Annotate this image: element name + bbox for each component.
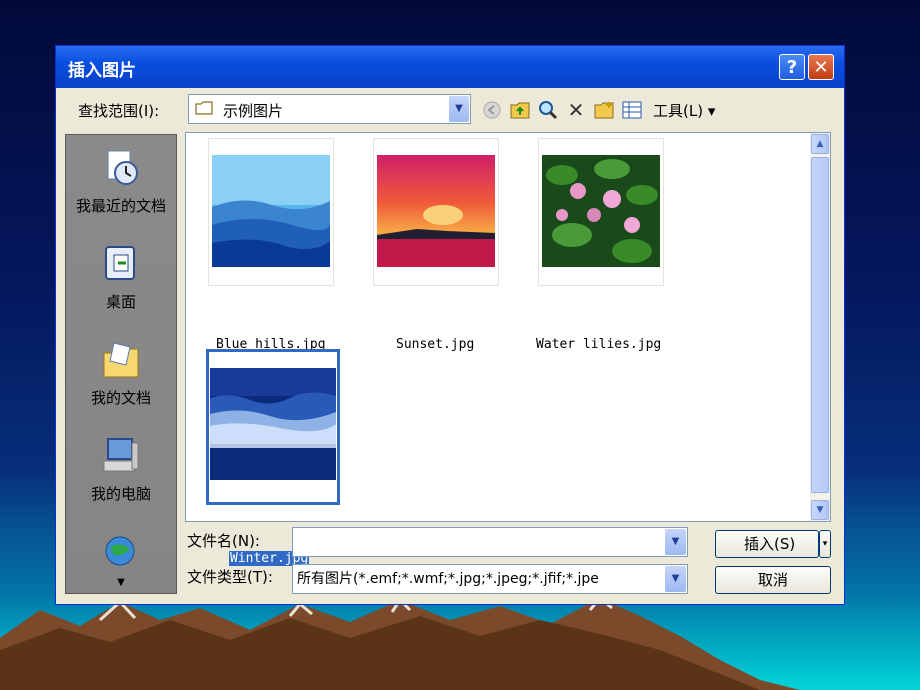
desktop-icon [105,246,135,280]
filename-label: 文件名(N): [187,532,260,550]
place-recent-documents[interactable]: 我最近的文档 [66,147,176,216]
more-places-arrow[interactable]: ▼ [66,577,176,588]
cancel-button[interactable]: 取消 [715,566,831,594]
dialog-title: 插入图片 [68,61,136,81]
filetype-dropdown[interactable]: 所有图片(*.emf;*.wmf;*.jpg;*.jpeg;*.jfif;*.j… [292,564,688,594]
scroll-up-icon[interactable]: ▲ [811,134,829,154]
my-computer-icon [103,438,139,472]
place-my-documents[interactable]: 我的文档 [66,339,176,408]
insert-button[interactable]: 插入(S) [715,530,819,558]
file-list: Blue hills.jpg Sunset.jpg Water lilies.j… [185,132,831,566]
place-my-computer[interactable]: 我的电脑 [66,435,176,504]
insert-picture-dialog: 插入图片 ? ✕ 查找范围(I): 示例图片 ▼ ✕ 工具(L) ▾ 我最近的文… [55,45,845,605]
filename-input[interactable] [292,527,688,557]
new-folder-icon[interactable] [593,99,615,121]
my-documents-icon [103,342,139,378]
place-desktop[interactable]: 桌面 [66,243,176,312]
thumbnail-sunset [377,155,495,267]
thumbnail-water-lilies [542,155,660,267]
place-network[interactable]: ▼ [66,531,176,588]
filetype-dropdown-icon[interactable]: ▼ [665,566,686,592]
back-icon[interactable] [481,99,503,121]
place-label: 桌面 [105,293,136,311]
places-bar: 我最近的文档 桌面 我的文档 我的电脑 ▼ [65,134,177,594]
network-places-icon [105,536,135,566]
thumbnail-blue-hills [212,155,330,267]
tools-menu[interactable]: 工具(L) ▾ [653,100,715,121]
look-in-value: 示例图片 [223,102,284,120]
folder-icon [195,101,213,115]
insert-options-icon[interactable]: ▾ [819,530,831,558]
delete-icon[interactable]: ✕ [565,98,587,122]
chevron-down-icon[interactable]: ▼ [449,96,469,122]
place-label: 我的文档 [90,389,151,407]
filename-dropdown-icon[interactable]: ▼ [665,529,686,555]
file-item[interactable] [208,138,334,286]
file-item[interactable] [538,138,664,286]
toolbar: ✕ 工具(L) ▾ [481,98,715,122]
place-label: 我的电脑 [90,485,151,503]
file-name[interactable]: Sunset.jpg [396,337,474,352]
file-name[interactable]: Water lilies.jpg [536,337,661,352]
help-button[interactable]: ? [779,54,805,80]
views-icon[interactable] [621,99,643,121]
scroll-thumb[interactable] [811,157,829,493]
filetype-label: 文件类型(T): [187,568,273,586]
place-label: 我最近的文档 [75,197,166,215]
file-item-selected[interactable] [206,349,340,505]
recent-documents-icon [107,150,138,185]
thumbnail-winter [210,368,336,480]
close-button[interactable]: ✕ [808,54,834,80]
mountains-background [0,595,800,690]
search-web-icon[interactable] [537,99,559,121]
vertical-scrollbar[interactable]: ▲ ▼ [810,133,830,521]
up-folder-icon[interactable] [509,99,531,121]
scroll-down-icon[interactable]: ▼ [811,500,829,520]
look-in-dropdown[interactable]: 示例图片 ▼ [188,94,471,124]
look-in-label: 查找范围(I): [78,102,160,120]
file-item[interactable] [373,138,499,286]
title-bar: 插入图片 ? ✕ [56,46,844,88]
